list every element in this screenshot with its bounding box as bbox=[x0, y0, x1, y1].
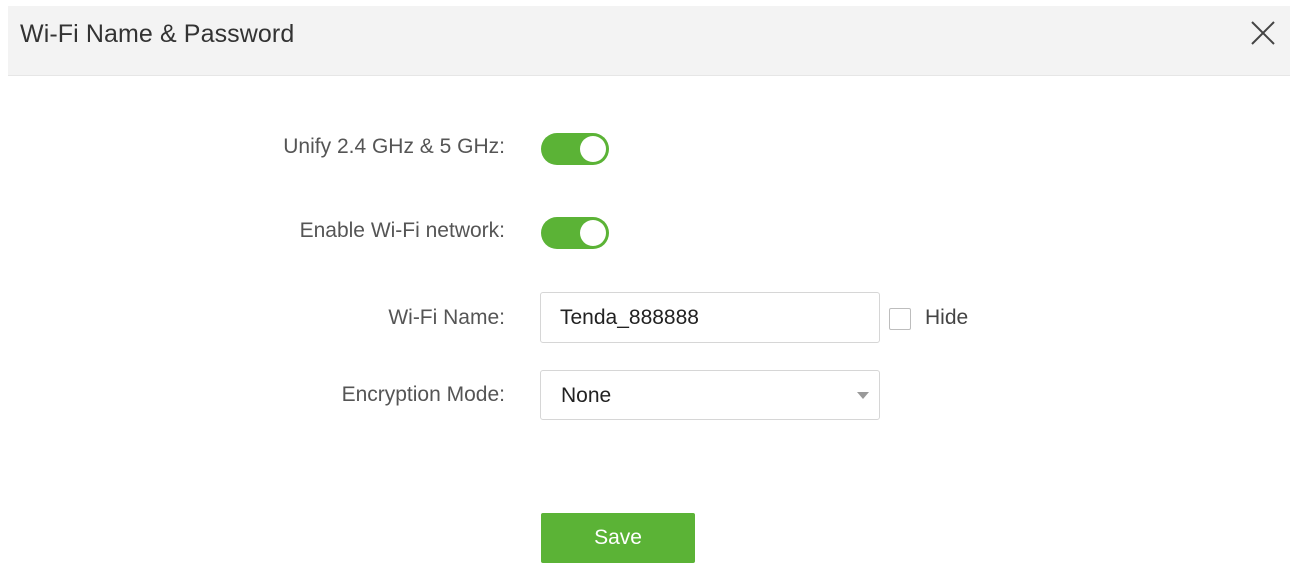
wifi-settings-dialog: Wi-Fi Name & Password Unify 2.4 GHz & 5 … bbox=[8, 6, 1290, 572]
close-icon bbox=[1251, 21, 1275, 45]
wifi-name-input[interactable] bbox=[540, 292, 880, 343]
encryption-mode-value: None bbox=[561, 384, 612, 407]
encryption-mode-label: Encryption Mode: bbox=[341, 383, 505, 406]
dialog-header: Wi-Fi Name & Password bbox=[8, 6, 1290, 76]
wifi-name-label: Wi-Fi Name: bbox=[388, 306, 505, 329]
unify-bands-label: Unify 2.4 GHz & 5 GHz: bbox=[283, 135, 505, 158]
save-button[interactable]: Save bbox=[541, 513, 695, 563]
caret-down-icon bbox=[857, 392, 869, 400]
encryption-mode-select[interactable]: None bbox=[540, 370, 880, 420]
unify-bands-toggle[interactable] bbox=[541, 133, 609, 165]
enable-wifi-label: Enable Wi-Fi network: bbox=[299, 219, 505, 242]
dialog-title: Wi-Fi Name & Password bbox=[20, 20, 295, 48]
hide-ssid-checkbox[interactable] bbox=[889, 308, 911, 330]
hide-ssid-label[interactable]: Hide bbox=[925, 306, 968, 330]
toggle-knob bbox=[580, 136, 606, 162]
close-button[interactable] bbox=[1248, 18, 1278, 48]
enable-wifi-toggle[interactable] bbox=[541, 217, 609, 249]
toggle-knob bbox=[580, 220, 606, 246]
